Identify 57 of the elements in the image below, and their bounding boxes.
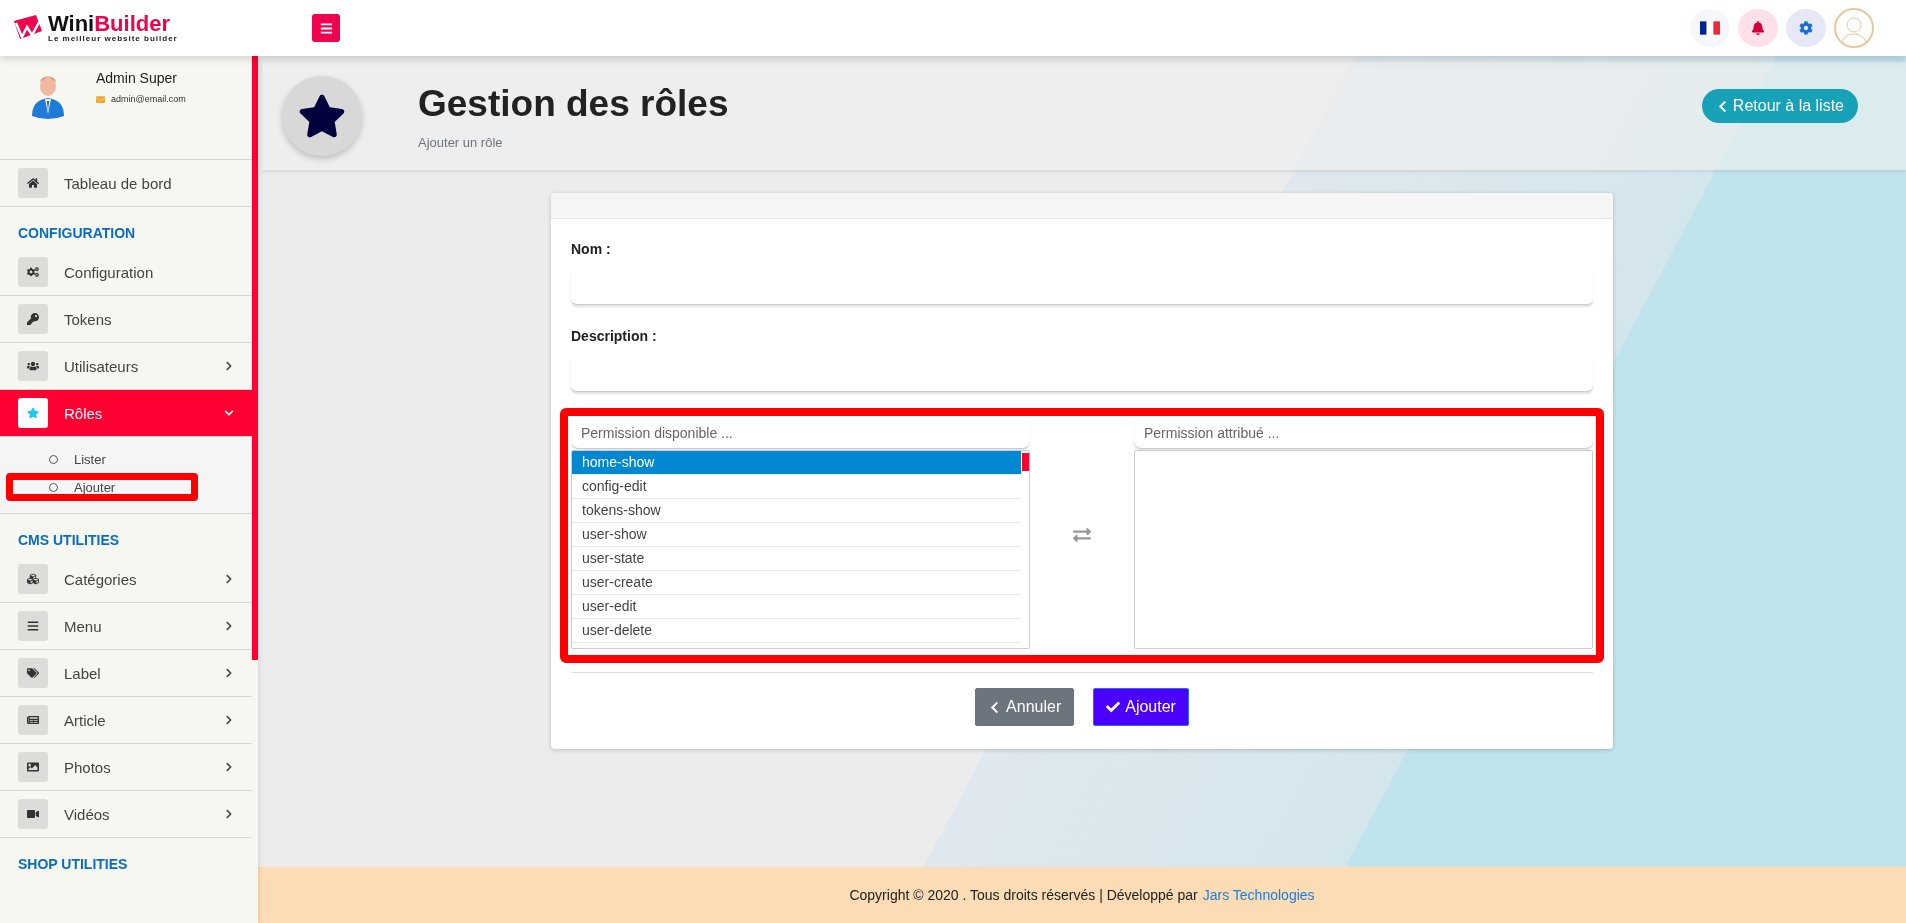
permission-list[interactable] bbox=[1134, 450, 1593, 649]
input-field[interactable] bbox=[571, 271, 1593, 305]
cubes-icon bbox=[18, 564, 48, 594]
sidebar-item[interactable]: Label bbox=[0, 650, 252, 697]
user-email: admin@email.com bbox=[111, 94, 186, 104]
gears-icon bbox=[18, 257, 48, 287]
search-field[interactable]: Permission disponible ... bbox=[571, 418, 1030, 449]
scrollbar-thumb[interactable] bbox=[252, 56, 258, 660]
cancel-button[interactable]: Annuler bbox=[975, 688, 1075, 726]
page-title: Gestion des rôles bbox=[418, 82, 729, 125]
logo-tagline: Le meilleur website builder bbox=[48, 35, 178, 43]
section-heading: CONFIGURATION bbox=[17, 224, 137, 243]
tags-icon bbox=[18, 658, 48, 688]
users-icon bbox=[18, 351, 48, 381]
menu-button[interactable] bbox=[312, 14, 340, 42]
highlighted-submenu-item[interactable]: Ajouter bbox=[6, 473, 198, 501]
sidebar-item[interactable]: Tokens bbox=[0, 296, 252, 343]
sidebar-item[interactable]: Menu bbox=[0, 603, 252, 650]
list-option[interactable]: home-show bbox=[572, 451, 1021, 475]
field-label: Nom : bbox=[571, 241, 612, 257]
language-button[interactable] bbox=[1690, 9, 1730, 47]
profile-avatar[interactable] bbox=[1834, 8, 1874, 48]
page-subtitle: Ajouter un rôle bbox=[418, 134, 504, 150]
home-icon bbox=[18, 168, 48, 198]
newspaper-icon bbox=[18, 705, 48, 735]
logo-wordmark: WiniBuilder bbox=[48, 13, 172, 35]
sidebar-item[interactable]: Vidéos bbox=[0, 791, 252, 838]
swap-icon[interactable] bbox=[1073, 526, 1091, 544]
lines-icon bbox=[18, 611, 48, 641]
submenu-item[interactable]: Lister bbox=[6, 445, 198, 473]
settings-icon bbox=[1799, 21, 1813, 35]
check-icon bbox=[1106, 700, 1121, 714]
settings-button[interactable] bbox=[1786, 9, 1826, 47]
key-icon bbox=[18, 304, 48, 334]
input-field[interactable] bbox=[571, 358, 1593, 392]
envelope-icon bbox=[96, 94, 105, 104]
sidebar-item[interactable]: Configuration bbox=[0, 249, 252, 296]
section-heading: SHOP UTILITIES bbox=[17, 855, 129, 874]
submit-button[interactable]: Ajouter bbox=[1093, 688, 1189, 726]
sidebar-item[interactable]: Photos bbox=[0, 744, 252, 791]
notification-button[interactable] bbox=[1738, 9, 1778, 47]
copyright-text: Copyright © 2020 . Tous droits réservés | Développé par bbox=[849, 887, 1198, 903]
permission-list[interactable]: home-show config-edit tokens-show user-show user-state user-create user-edit user-delete bbox=[571, 450, 1030, 649]
search-field[interactable]: Permission attribué ... bbox=[1134, 418, 1593, 449]
section-heading: CMS UTILITIES bbox=[17, 531, 121, 550]
video-camera-icon bbox=[18, 799, 48, 829]
image-icon bbox=[18, 752, 48, 782]
flag-icon bbox=[1700, 21, 1720, 35]
sidebar-item[interactable]: Tableau de bord bbox=[0, 160, 252, 207]
scrollbar-thumb[interactable] bbox=[1022, 453, 1029, 471]
sidebar-item[interactable]: Catégories bbox=[0, 556, 252, 603]
user-name: Admin Super bbox=[96, 70, 178, 86]
sidebar-item[interactable]: Rôles bbox=[0, 390, 252, 437]
field-label: Description : bbox=[571, 328, 658, 344]
bell-icon bbox=[1751, 21, 1765, 35]
menu-icon bbox=[319, 21, 333, 35]
sidebar-item[interactable]: Article bbox=[0, 697, 252, 744]
